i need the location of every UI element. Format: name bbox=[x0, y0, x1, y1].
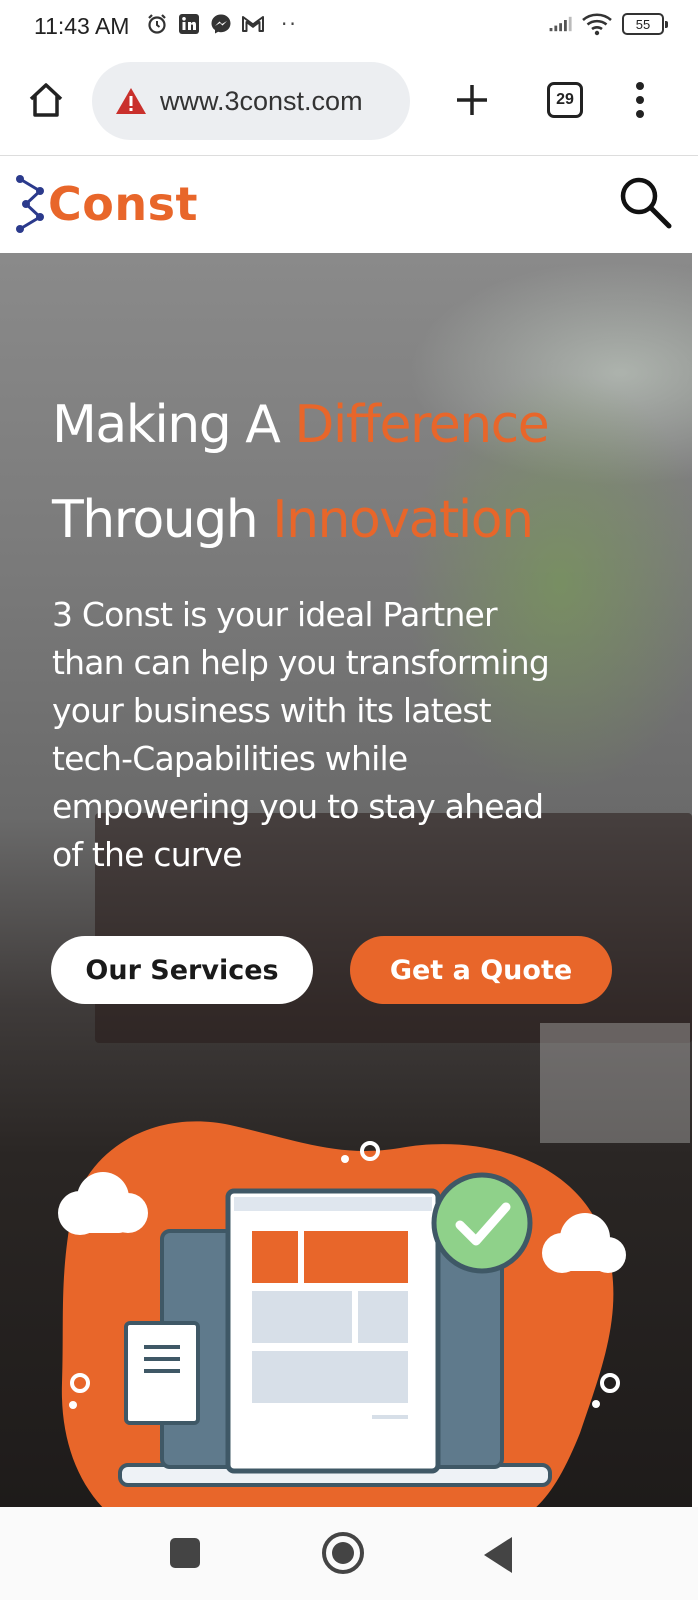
search-icon[interactable] bbox=[614, 171, 676, 233]
hero-description: 3 Const is your ideal Partner than can h… bbox=[52, 595, 550, 874]
site-logo[interactable]: Const bbox=[14, 169, 198, 239]
signal-icon bbox=[548, 12, 572, 36]
decor-ring bbox=[600, 1373, 620, 1393]
not-secure-warning-icon[interactable] bbox=[114, 86, 148, 116]
wifi-icon bbox=[580, 12, 614, 36]
system-navigation-bar bbox=[0, 1507, 698, 1600]
decor-dot bbox=[592, 1400, 600, 1408]
hero-title-text: Through bbox=[52, 490, 273, 550]
decor-dot bbox=[69, 1401, 77, 1409]
more-notifications: ·· bbox=[281, 12, 298, 36]
get-a-quote-button[interactable]: Get a Quote bbox=[350, 936, 612, 1004]
home-button[interactable] bbox=[322, 1532, 364, 1574]
site-header: Const bbox=[0, 157, 698, 253]
logo-text: Const bbox=[48, 177, 198, 231]
hero-title-line-2: Through Innovation bbox=[52, 490, 534, 550]
back-button[interactable] bbox=[484, 1537, 512, 1573]
window-block-orange bbox=[252, 1231, 298, 1283]
alarm-icon bbox=[145, 12, 169, 36]
hero-title-text: Making A bbox=[52, 395, 295, 455]
home-icon[interactable] bbox=[26, 80, 66, 120]
browser-menu-icon[interactable] bbox=[624, 78, 656, 122]
hero-section: Making A Difference Through Innovation 3… bbox=[0, 253, 692, 1507]
home-button-dot bbox=[332, 1542, 354, 1564]
notification-icons: ·· bbox=[145, 12, 298, 36]
battery-icon: 55 bbox=[622, 13, 668, 35]
new-tab-button[interactable] bbox=[450, 78, 494, 122]
hero-illustration bbox=[58, 1121, 626, 1507]
system-status: 55 bbox=[548, 12, 668, 36]
hero-title-accent: Difference bbox=[294, 395, 549, 455]
address-bar[interactable]: www.3const.com bbox=[92, 62, 410, 140]
hero-title-line-1: Making A Difference bbox=[52, 395, 550, 455]
linkedin-icon bbox=[177, 12, 201, 36]
tab-switcher-button[interactable]: 29 bbox=[547, 82, 583, 118]
our-services-button[interactable]: Our Services bbox=[51, 936, 313, 1004]
check-badge-icon bbox=[431, 1172, 533, 1274]
hero-title-accent: Innovation bbox=[272, 490, 534, 550]
browser-toolbar: www.3const.com 29 bbox=[0, 52, 698, 156]
recent-apps-button[interactable] bbox=[170, 1538, 200, 1568]
status-bar: 11:43 AM ·· 55 bbox=[0, 0, 698, 52]
window-block-orange bbox=[304, 1231, 408, 1283]
decor-dot bbox=[341, 1155, 349, 1163]
messenger-icon bbox=[209, 12, 233, 36]
logo-mark-icon bbox=[16, 175, 44, 233]
url-text[interactable]: www.3const.com bbox=[160, 86, 363, 117]
status-time: 11:43 AM bbox=[34, 13, 130, 39]
gmail-icon bbox=[241, 12, 265, 36]
